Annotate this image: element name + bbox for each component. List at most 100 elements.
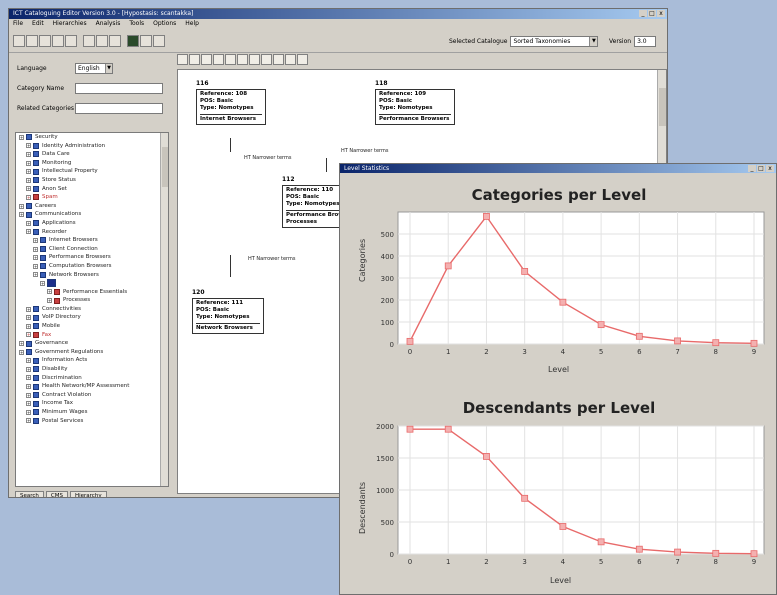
tree-item[interactable]: + Disability [16, 365, 168, 374]
close-button[interactable]: x [657, 10, 665, 17]
paste-icon[interactable] [83, 34, 95, 47]
diagram-node[interactable]: Reference: 109 POS: Basic Type: Nomotype… [375, 89, 455, 125]
tree-item[interactable]: + Network Browsers [16, 271, 168, 280]
expand-toggle-icon[interactable]: + [26, 177, 31, 183]
tree-item[interactable]: + Contract Violation [16, 391, 168, 400]
tree-item[interactable]: + Intellectual Property [16, 167, 168, 176]
statistics-icon[interactable] [127, 34, 139, 47]
tree-item[interactable]: + Spam [16, 193, 168, 202]
expand-toggle-icon[interactable]: + [26, 160, 31, 166]
expand-toggle-icon[interactable]: + [33, 263, 38, 269]
menu-item-tools[interactable]: Tools [129, 19, 144, 29]
related-categories-input[interactable] [75, 103, 163, 114]
expand-toggle-icon[interactable]: + [26, 143, 31, 149]
tree-item[interactable]: + Connectivities [16, 305, 168, 314]
tree-item[interactable]: + Performance Essentials [16, 288, 168, 297]
expand-toggle-icon[interactable]: + [33, 255, 38, 261]
diagram-node[interactable]: Reference: 111 POS: Basic Type: Nomotype… [192, 298, 264, 334]
diagram-node[interactable]: Reference: 108 POS: Basic Type: Nomotype… [196, 89, 266, 125]
tree-item[interactable]: + Recorder [16, 228, 168, 237]
tree-item[interactable]: + Discrimination [16, 374, 168, 383]
category-tree[interactable]: + Security + Identity Administration + Data C… [15, 132, 169, 487]
save-icon[interactable] [39, 34, 51, 47]
tree-item[interactable]: + Security [16, 133, 168, 142]
tree-item[interactable]: + Anon Set [16, 185, 168, 194]
tree-item[interactable]: + Client Connection [16, 245, 168, 254]
expand-toggle-icon[interactable]: + [26, 384, 31, 390]
menu-item-options[interactable]: Options [153, 19, 176, 29]
collapse-icon[interactable] [237, 54, 248, 65]
tree-item[interactable]: + Performance Browsers [16, 253, 168, 262]
fit-icon[interactable] [213, 54, 224, 65]
zoom-in-icon[interactable] [189, 54, 200, 65]
expand-toggle-icon[interactable]: + [19, 134, 24, 140]
tree-item[interactable]: + Communications [16, 210, 168, 219]
expand-toggle-icon[interactable]: + [26, 194, 31, 200]
expand-toggle-icon[interactable]: + [26, 220, 31, 226]
expand-toggle-icon[interactable]: + [26, 392, 31, 398]
expand-toggle-icon[interactable]: + [26, 401, 31, 407]
tree-item[interactable]: + Postal Services [16, 417, 168, 426]
arrow-right-icon[interactable] [273, 54, 284, 65]
tree-item[interactable]: + [16, 279, 168, 288]
maximize-button[interactable]: □ [648, 10, 656, 17]
expand-toggle-icon[interactable]: + [26, 358, 31, 364]
expand-toggle-icon[interactable]: + [47, 289, 52, 295]
expand-toggle-icon[interactable]: + [26, 332, 31, 338]
expand-toggle-icon[interactable]: + [26, 169, 31, 175]
expand-toggle-icon[interactable]: + [19, 341, 24, 347]
tree-item[interactable]: + Mobile [16, 322, 168, 331]
tree-item[interactable]: + Income Tax [16, 399, 168, 408]
tree-scrollbar[interactable] [160, 133, 168, 486]
expand-toggle-icon[interactable]: + [26, 375, 31, 381]
find-icon[interactable] [109, 34, 121, 47]
expand-toggle-icon[interactable]: + [26, 323, 31, 329]
expand-toggle-icon[interactable]: + [26, 366, 31, 372]
tree-item[interactable]: + Monitoring [16, 159, 168, 168]
expand-toggle-icon[interactable]: + [26, 151, 31, 157]
menu-item-analysis[interactable]: Analysis [96, 19, 121, 29]
print-icon[interactable] [96, 34, 108, 47]
expand-toggle-icon[interactable]: + [26, 409, 31, 415]
tree-item[interactable]: + VoIP Directory [16, 313, 168, 322]
menu-item-help[interactable]: Help [185, 19, 199, 29]
menu-item-hierarchies[interactable]: Hierarchies [53, 19, 87, 29]
expand-toggle-icon[interactable]: + [40, 280, 45, 286]
expand-toggle-icon[interactable]: + [19, 203, 24, 209]
tree-item[interactable]: + Health Network/MP Assessment [16, 382, 168, 391]
catalogue-select[interactable]: Sorted Taxonomies ▼ [510, 36, 599, 47]
tab-search[interactable]: Search [15, 491, 44, 497]
menu-item-file[interactable]: File [13, 19, 23, 29]
expand-toggle-icon[interactable]: + [33, 246, 38, 252]
tab-hierarchy[interactable]: Hierarchy [69, 491, 107, 497]
menu-item-edit[interactable]: Edit [32, 19, 44, 29]
tree-item[interactable]: + Careers [16, 202, 168, 211]
expand-toggle-icon[interactable]: + [33, 237, 38, 243]
tree-item[interactable]: + Fax [16, 331, 168, 340]
arrow-left-icon[interactable] [261, 54, 272, 65]
grid-icon[interactable] [140, 34, 152, 47]
tree-item[interactable]: + Applications [16, 219, 168, 228]
category-name-input[interactable] [75, 83, 163, 94]
expand-icon[interactable] [225, 54, 236, 65]
tree-item[interactable]: + Minimum Wages [16, 408, 168, 417]
refresh-icon[interactable] [285, 54, 296, 65]
minimize-button[interactable]: _ [639, 10, 647, 17]
link-icon[interactable] [249, 54, 260, 65]
expand-toggle-icon[interactable]: + [47, 298, 52, 304]
tree-item[interactable]: + Store Status [16, 176, 168, 185]
cut-icon[interactable] [52, 34, 64, 47]
tree-item[interactable]: + Information Acts [16, 356, 168, 365]
tree-item[interactable]: + Processes [16, 296, 168, 305]
tab-cms[interactable]: CMS [45, 491, 68, 497]
expand-toggle-icon[interactable]: + [26, 315, 31, 321]
copy-icon[interactable] [65, 34, 77, 47]
tree-item[interactable]: + Internet Browsers [16, 236, 168, 245]
tree-item[interactable]: + Government Regulations [16, 348, 168, 357]
expand-toggle-icon[interactable]: + [33, 272, 38, 278]
new-icon[interactable] [13, 34, 25, 47]
help-icon[interactable] [153, 34, 165, 47]
expand-toggle-icon[interactable]: + [19, 212, 24, 218]
expand-toggle-icon[interactable]: + [26, 306, 31, 312]
version-select[interactable]: 3.0 [634, 36, 657, 47]
